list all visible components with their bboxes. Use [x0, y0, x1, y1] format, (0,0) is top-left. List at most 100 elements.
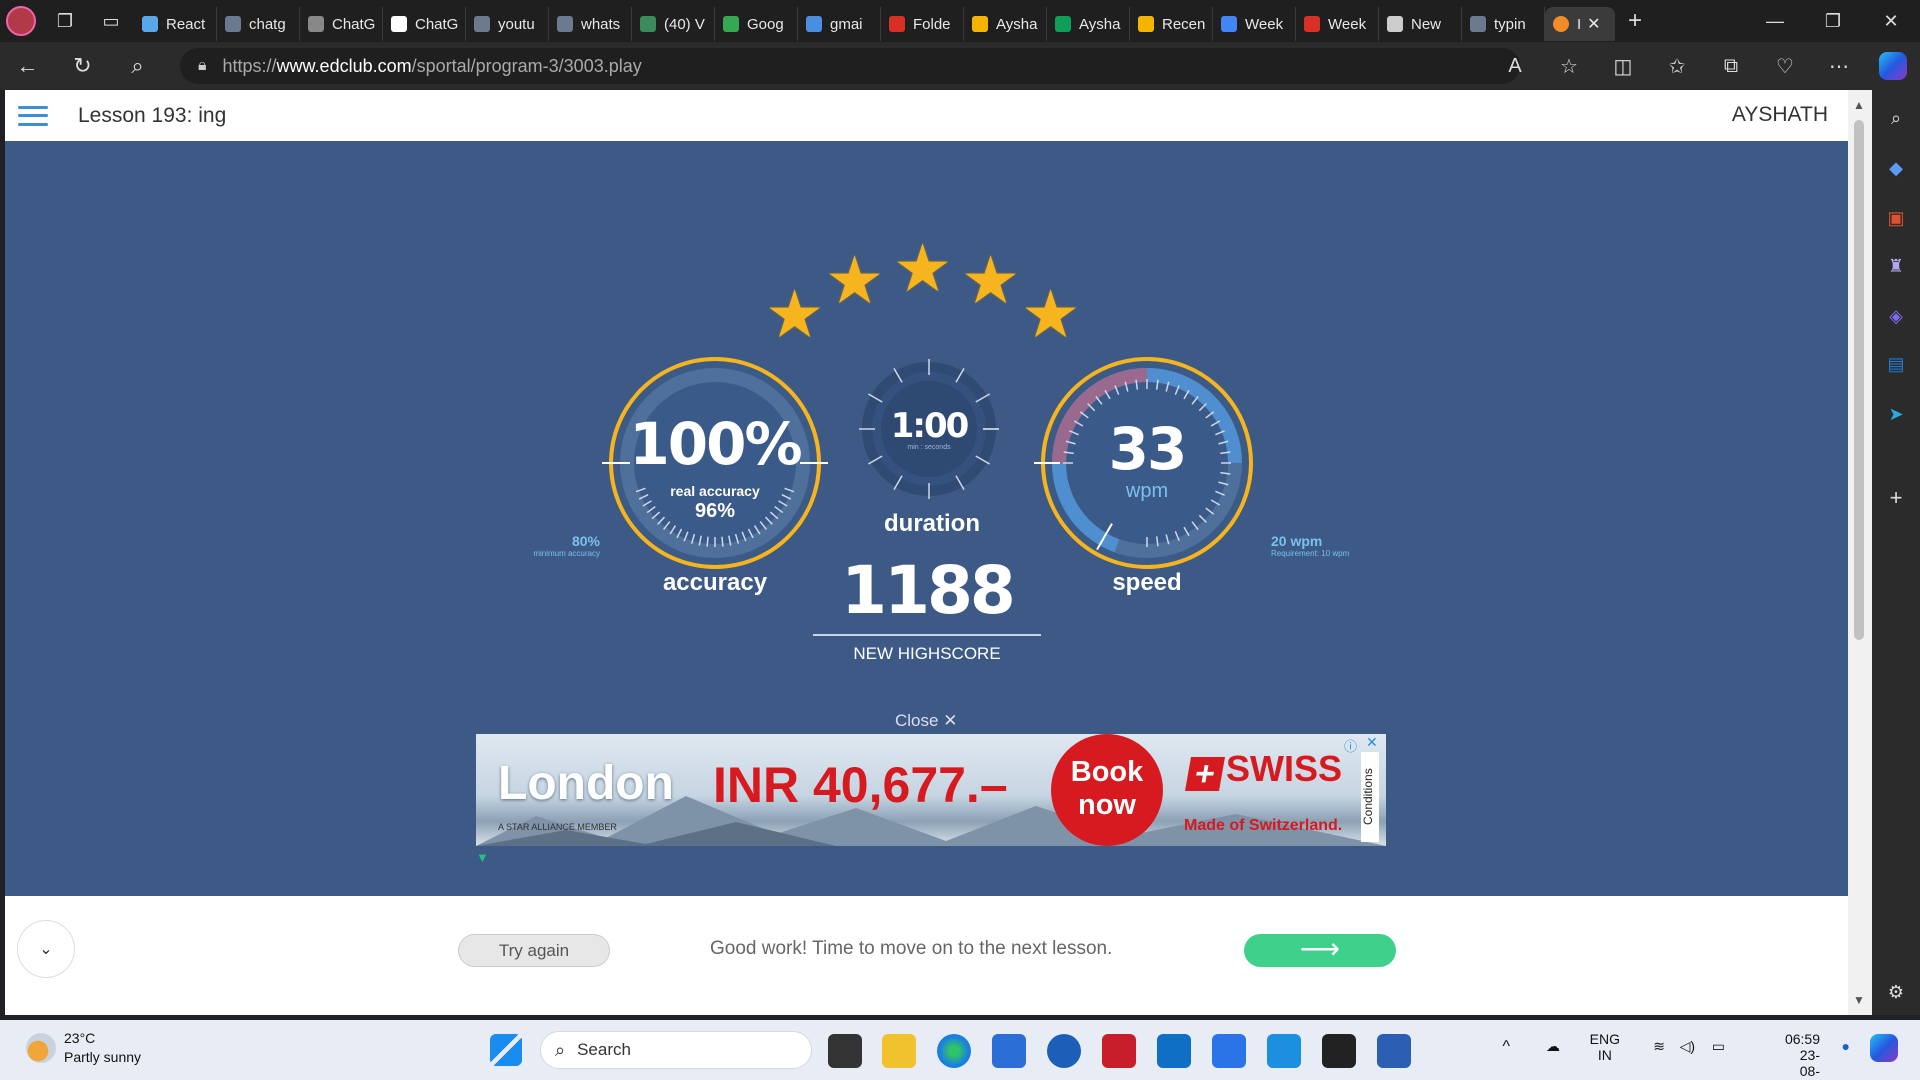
outlook-icon[interactable]: ▤: [1884, 352, 1908, 376]
lesson-footer: ⌄ Try again Good work! Time to move on t…: [5, 896, 1848, 1015]
scroll-up-icon[interactable]: ▲: [1853, 98, 1865, 112]
games-icon[interactable]: ♜: [1884, 254, 1908, 278]
dell-icon[interactable]: [1047, 1034, 1081, 1068]
file-explorer-icon[interactable]: [882, 1034, 916, 1068]
next-lesson-button[interactable]: ⟶: [1244, 934, 1396, 967]
close-ad-button[interactable]: Close ✕: [895, 711, 957, 731]
tab-item[interactable]: Week: [1296, 7, 1379, 41]
score-label: NEW HIGHSCORE: [853, 644, 1001, 663]
ad-close-icon[interactable]: ✕: [1366, 734, 1378, 751]
tab-item[interactable]: gmai: [798, 7, 881, 41]
onedrive-icon[interactable]: ☁: [1546, 1038, 1560, 1055]
page-scrollbar[interactable]: ▲ ▼: [1848, 90, 1872, 1015]
settings-gear-icon[interactable]: ⚙: [1884, 980, 1908, 1004]
tab-item[interactable]: Aysha: [964, 7, 1047, 41]
close-icon: ✕: [943, 711, 958, 730]
close-window-icon[interactable]: ✕: [1862, 0, 1920, 42]
ad-info-icon[interactable]: ⓘ: [1344, 736, 1357, 755]
tab-item[interactable]: Recen: [1130, 7, 1213, 41]
chevron-down-icon[interactable]: ⌄: [17, 920, 75, 978]
refresh-button[interactable]: ↻: [55, 42, 110, 90]
tab-strip: ❐ ▭ React chatg ChatG ChatG youtu whats (40) V…: [0, 0, 1920, 42]
telegram-icon[interactable]: ➤: [1884, 402, 1908, 426]
copilot-icon[interactable]: [1866, 42, 1920, 90]
add-app-icon[interactable]: +: [1884, 485, 1908, 510]
tab-item[interactable]: chatg: [217, 7, 300, 41]
split-screen-icon[interactable]: ◫: [1596, 42, 1650, 90]
tab-active[interactable]: I ✕: [1545, 7, 1615, 41]
search-icon[interactable]: ⌕: [1884, 106, 1908, 130]
tab-item[interactable]: Week: [1213, 7, 1296, 41]
lock-icon: 🔒︎: [198, 57, 207, 74]
scroll-down-icon[interactable]: ▼: [1853, 993, 1865, 1007]
typing-favicon-icon: [1553, 16, 1569, 32]
volume-icon[interactable]: ◁): [1680, 1038, 1695, 1055]
close-tab-icon[interactable]: ✕: [1587, 14, 1600, 34]
tab-item[interactable]: React: [134, 7, 217, 41]
weather-widget[interactable]: 23°C Partly sunny: [26, 1029, 141, 1067]
accuracy-label: accuracy: [662, 569, 768, 596]
restore-icon[interactable]: ❐: [1804, 0, 1862, 42]
tab-item[interactable]: ChatG: [383, 7, 466, 41]
wifi-icon[interactable]: ≋: [1653, 1038, 1665, 1055]
shopping-tag-icon[interactable]: ◆: [1884, 156, 1908, 180]
windows-start-icon[interactable]: [490, 1034, 522, 1066]
url-field[interactable]: 🔒︎ https://www.edclub.com/sportal/progra…: [180, 48, 1520, 84]
real-accuracy-value: 96%: [694, 500, 736, 522]
menu-icon[interactable]: [18, 105, 48, 126]
username[interactable]: AYSHATH: [1732, 103, 1828, 127]
favorites-icon[interactable]: ✩: [1650, 42, 1704, 90]
mcafee-icon[interactable]: [1102, 1034, 1136, 1068]
tab-item[interactable]: (40) V: [632, 7, 715, 41]
star-rating: ★ ★ ★ ★ ★: [765, 230, 1095, 360]
copilot-app-icon[interactable]: ◈: [1884, 304, 1908, 328]
store-icon[interactable]: [992, 1034, 1026, 1068]
copilot-pre-icon[interactable]: [1870, 1034, 1898, 1062]
tab-item[interactable]: Goog: [715, 7, 798, 41]
language-indicator[interactable]: ENG IN: [1590, 1031, 1620, 1063]
search-icon[interactable]: ⌕: [110, 42, 165, 90]
back-button[interactable]: ←: [0, 42, 55, 90]
tab-item[interactable]: youtu: [466, 7, 549, 41]
taskbar-search[interactable]: ⌕ Search: [540, 1031, 812, 1069]
book-now-button[interactable]: Book now: [1051, 734, 1163, 846]
adchoices-icon[interactable]: ▼: [476, 850, 489, 865]
battery-icon[interactable]: ▭: [1712, 1038, 1725, 1055]
tab-item[interactable]: ChatG: [300, 7, 383, 41]
workspaces-icon[interactable]: ❐: [42, 0, 88, 42]
tab-item[interactable]: whats: [549, 7, 632, 41]
browser-essentials-icon[interactable]: ♡: [1758, 42, 1812, 90]
swiss-logo: + SWISS: [1185, 748, 1342, 793]
conditions-link[interactable]: Conditions: [1361, 752, 1379, 842]
tab-actions-icon[interactable]: ▭: [88, 0, 134, 42]
tab-item[interactable]: New: [1379, 7, 1462, 41]
notification-bell-icon[interactable]: ●: [1842, 1038, 1850, 1054]
minimum-accuracy: 80% minimum accuracy: [533, 533, 600, 558]
word-icon[interactable]: [1377, 1034, 1411, 1068]
new-tab-button[interactable]: +: [1615, 7, 1655, 35]
advertisement-banner[interactable]: London INR 40,677.– Book now + SWISS Made…: [476, 734, 1386, 846]
favorite-star-icon[interactable]: ☆: [1542, 42, 1596, 90]
tab-item[interactable]: typin: [1462, 7, 1545, 41]
clock[interactable]: 06:5923-08-2024: [1785, 1031, 1820, 1080]
task-view-icon[interactable]: [828, 1034, 862, 1068]
collections-icon[interactable]: ⧉: [1704, 42, 1758, 90]
tools-icon[interactable]: ▣: [1884, 206, 1908, 230]
outlook-new-icon[interactable]: [1157, 1034, 1191, 1068]
chevron-up-icon[interactable]: ^: [1502, 1038, 1510, 1056]
profile-avatar[interactable]: [0, 0, 42, 42]
vscode-icon[interactable]: [1267, 1034, 1301, 1068]
scroll-thumb[interactable]: [1854, 120, 1864, 640]
tab-item[interactable]: Folde: [881, 7, 964, 41]
edge-browser-icon[interactable]: [937, 1034, 971, 1068]
writer-icon[interactable]: [1212, 1034, 1246, 1068]
search-icon: ⌕: [555, 1039, 566, 1060]
tab-favicon-icon: [1221, 16, 1237, 32]
tab-favicon-icon: [1138, 16, 1154, 32]
read-aloud-icon[interactable]: A: [1488, 42, 1542, 90]
tab-item[interactable]: Aysha: [1047, 7, 1130, 41]
minimize-icon[interactable]: —: [1746, 0, 1804, 42]
terminal-icon[interactable]: [1322, 1034, 1356, 1068]
more-menu-icon[interactable]: ⋯: [1812, 42, 1866, 90]
try-again-button[interactable]: Try again: [458, 934, 610, 967]
